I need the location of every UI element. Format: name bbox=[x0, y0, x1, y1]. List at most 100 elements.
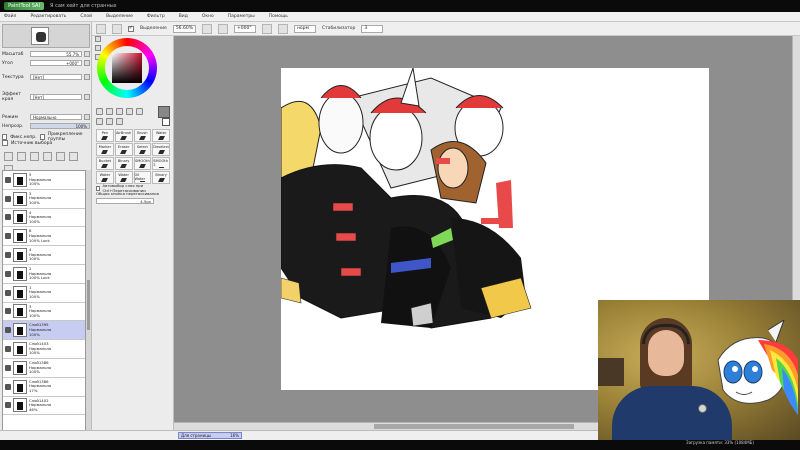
zoom-out-button[interactable] bbox=[201, 23, 212, 34]
opacity-slider[interactable]: 100% bbox=[30, 123, 90, 129]
zoom-in-button[interactable] bbox=[217, 23, 228, 34]
brush-tool[interactable]: AirBrush bbox=[114, 129, 133, 142]
hand-tool-icon[interactable] bbox=[126, 108, 133, 115]
menu-help[interactable]: Помощь bbox=[269, 14, 288, 19]
layer-row[interactable]: Слой1395 Нормально 100% bbox=[3, 321, 85, 341]
layer-row[interactable]: 3 Нормально 100% bbox=[3, 303, 85, 322]
layer-row[interactable]: Слой1403 Нормально 100% bbox=[3, 340, 85, 359]
menu-file[interactable]: Файл bbox=[4, 14, 16, 19]
selection-checkbox[interactable]: ✓ bbox=[128, 25, 134, 32]
undo-button[interactable] bbox=[96, 23, 106, 34]
redo-button[interactable] bbox=[112, 23, 122, 34]
effect-select[interactable]: [Нет] bbox=[30, 94, 82, 100]
brush-tool[interactable]: Bucket bbox=[96, 157, 114, 170]
blend-mode-select[interactable]: Нормально bbox=[30, 114, 82, 120]
layer-visibility-icon[interactable] bbox=[5, 308, 11, 315]
menu-selection[interactable]: Выделение bbox=[106, 14, 133, 19]
new-folder-icon[interactable] bbox=[30, 152, 39, 161]
layer-row[interactable]: Слой1386 Нормально 100% bbox=[3, 359, 85, 378]
texture-dropdown-icon[interactable] bbox=[84, 74, 90, 80]
overall-drag-field[interactable]: 4.5px bbox=[96, 198, 154, 204]
nav-angle-reset-icon[interactable] bbox=[84, 60, 90, 66]
layer-visibility-icon[interactable] bbox=[5, 270, 11, 277]
blend-mode-dropdown-icon[interactable] bbox=[84, 114, 90, 120]
mode-field[interactable]: норм bbox=[293, 24, 316, 33]
layer-scrollbar[interactable] bbox=[86, 170, 91, 450]
brush-tool[interactable]: SMOOth 2 bbox=[152, 157, 170, 170]
nav-zoom-reset-icon[interactable] bbox=[84, 51, 90, 57]
nav-zoom-value[interactable]: 55.7% bbox=[30, 51, 82, 57]
new-layer-icon[interactable] bbox=[4, 152, 13, 161]
rotate-left-button[interactable] bbox=[261, 23, 272, 34]
layer-visibility-icon[interactable] bbox=[5, 327, 11, 334]
canvas-hscroll-thumb[interactable] bbox=[374, 424, 574, 429]
rotate-right-button[interactable] bbox=[277, 23, 288, 34]
layer-visibility-icon[interactable] bbox=[5, 346, 11, 353]
layer-visibility-icon[interactable] bbox=[5, 176, 11, 183]
brush-tool[interactable]: Binary bbox=[114, 157, 133, 170]
menu-options[interactable]: Параметры bbox=[228, 14, 255, 19]
layer-visibility-icon[interactable] bbox=[5, 383, 11, 390]
layer-row[interactable]: Слой1402 Нормально 46% bbox=[3, 397, 85, 416]
texture-select[interactable]: [Нет] bbox=[30, 74, 82, 80]
layer-row[interactable]: 8 Нормально 100% Lock bbox=[3, 227, 85, 247]
rect-select-icon[interactable] bbox=[96, 118, 103, 125]
layer-visibility-icon[interactable] bbox=[5, 364, 11, 371]
eyedropper-icon[interactable] bbox=[136, 108, 143, 115]
zoom-tool-icon[interactable] bbox=[106, 108, 113, 115]
brush-tool[interactable]: Water bbox=[152, 129, 170, 142]
zoom-field[interactable]: 56.60% bbox=[172, 24, 196, 33]
brush-tool[interactable]: SMOOth bbox=[133, 157, 152, 170]
menu-filter[interactable]: Фильтр bbox=[147, 14, 165, 19]
selection-source-checkbox[interactable] bbox=[2, 140, 8, 146]
layer-row[interactable]: 4 Нормально 100% bbox=[3, 209, 85, 228]
selection-source-option[interactable]: Источник выбора bbox=[2, 140, 52, 146]
magic-wand-icon[interactable] bbox=[116, 118, 123, 125]
layer-row[interactable]: 1 Нормально 100% bbox=[3, 284, 85, 303]
brush-tool[interactable]: Eraser bbox=[114, 143, 133, 156]
rgb-slider-mode-icon[interactable] bbox=[95, 45, 101, 51]
layer-visibility-icon[interactable] bbox=[5, 289, 11, 296]
brush-tool[interactable]: Marker bbox=[96, 143, 114, 156]
brush-tool[interactable]: Deselect bbox=[152, 143, 170, 156]
merge-down-icon[interactable] bbox=[56, 152, 65, 161]
layer-row[interactable]: 4 Нормально 100% bbox=[3, 246, 85, 265]
rotation-field[interactable]: +000° bbox=[233, 24, 256, 33]
move-tool-icon[interactable] bbox=[96, 108, 103, 115]
stabilizer-field[interactable]: 3 bbox=[361, 24, 384, 33]
rotate-tool-icon[interactable] bbox=[116, 108, 123, 115]
effect-dropdown-icon[interactable] bbox=[84, 94, 90, 100]
tool-panel: Pen AirBrush Brush Water Marker Eraser Select D… bbox=[92, 36, 174, 440]
layer-visibility-icon[interactable] bbox=[5, 252, 11, 259]
layer-visibility-icon[interactable] bbox=[5, 214, 11, 221]
texture-row: Текстура [Нет] bbox=[2, 73, 90, 81]
menu-window[interactable]: Окно bbox=[202, 14, 214, 19]
layer-info: 1 Нормально 100% bbox=[29, 285, 51, 300]
brush-tool[interactable]: Pen bbox=[96, 129, 114, 142]
brush-tool[interactable]: Select bbox=[133, 143, 152, 156]
clear-layer-icon[interactable] bbox=[69, 152, 78, 161]
color-wheel-mode-icon[interactable] bbox=[95, 36, 101, 42]
menu-view[interactable]: Вид bbox=[179, 14, 188, 19]
layer-row[interactable]: 2 Нормально 100% Lock bbox=[3, 265, 85, 284]
layer-visibility-icon[interactable] bbox=[5, 233, 11, 240]
autoselect-checkbox[interactable] bbox=[96, 185, 101, 191]
layer-row[interactable]: Слой1386 Нормально 17% bbox=[3, 378, 85, 397]
menu-edit[interactable]: Редактировать bbox=[30, 14, 66, 19]
layer-visibility-icon[interactable] bbox=[5, 195, 11, 202]
secondary-color-swatch[interactable] bbox=[162, 118, 170, 126]
layer-scroll-thumb[interactable] bbox=[87, 280, 90, 330]
layer-row[interactable]: 3 Нормально 100% bbox=[3, 190, 85, 209]
primary-color-swatch[interactable] bbox=[158, 106, 170, 118]
new-linework-layer-icon[interactable] bbox=[17, 152, 26, 161]
status-layer-tab[interactable]: Для страницы 16% bbox=[178, 432, 242, 439]
menu-layer[interactable]: Слой bbox=[80, 14, 92, 19]
lasso-icon[interactable] bbox=[106, 118, 113, 125]
nav-angle-value[interactable]: +000° bbox=[30, 60, 82, 66]
layer-visibility-icon[interactable] bbox=[5, 402, 11, 409]
transfer-down-icon[interactable] bbox=[43, 152, 52, 161]
layer-row[interactable]: 5 Нормально 100% bbox=[3, 171, 85, 190]
color-saturation-square[interactable] bbox=[112, 53, 142, 83]
navigator[interactable] bbox=[2, 24, 90, 48]
brush-tool[interactable]: Brush bbox=[133, 129, 152, 142]
